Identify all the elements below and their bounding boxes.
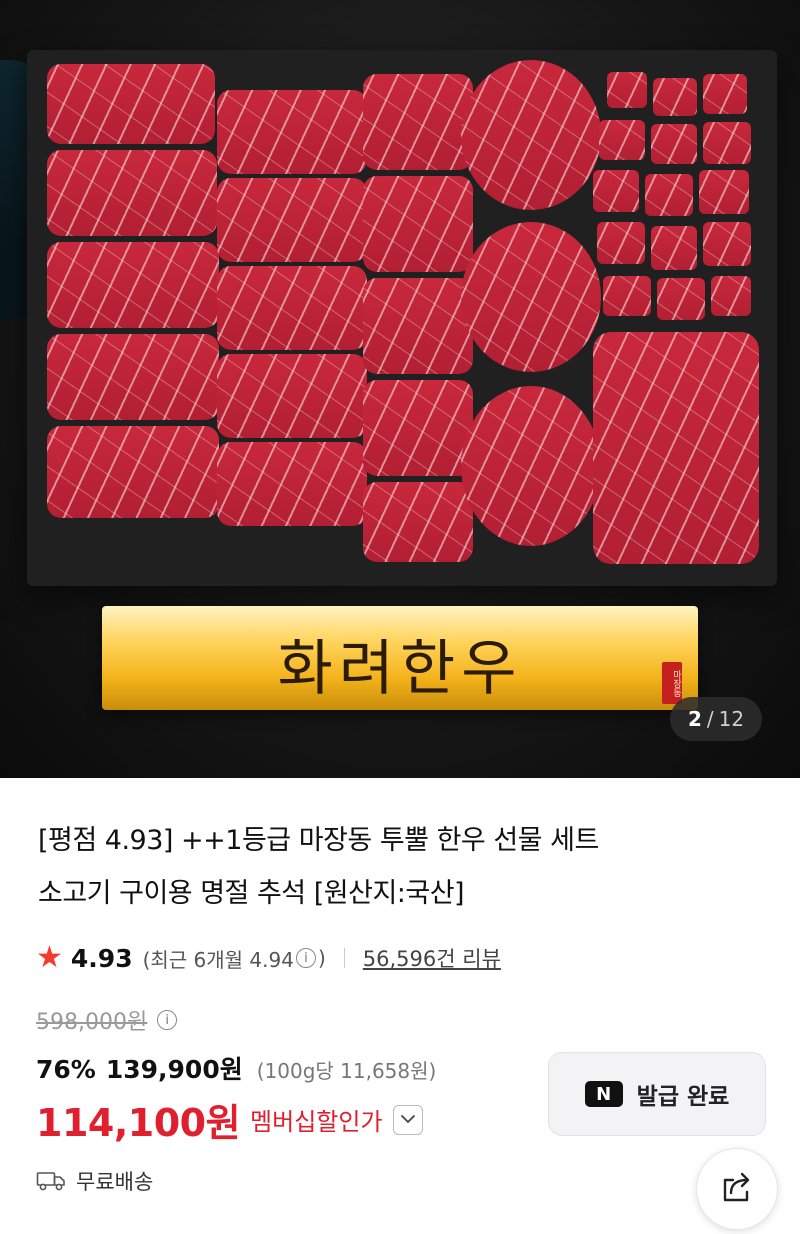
meat-cube <box>597 222 645 264</box>
meat-slice <box>217 266 367 350</box>
chevron-down-icon[interactable] <box>392 1104 423 1135</box>
meat-slice <box>217 442 367 526</box>
info-icon[interactable]: i <box>295 948 316 968</box>
meat-steak <box>363 74 473 170</box>
meat-cube <box>593 170 639 212</box>
brand-banner-text: 화려한우 <box>277 634 523 704</box>
meat-steak <box>363 176 473 272</box>
original-price-value: 598,000원 <box>36 1010 148 1035</box>
review-count-link[interactable]: 56,596건 리뷰 <box>363 943 501 973</box>
recent-rating-close: ) <box>317 946 326 970</box>
meat-cube <box>699 170 749 214</box>
meat-cube <box>645 174 693 216</box>
truck-icon <box>36 1170 66 1192</box>
meat-slice <box>47 64 215 144</box>
meat-cube <box>703 122 751 164</box>
tenderloin-round <box>461 60 601 210</box>
sale-price: 139,900원 <box>105 1055 243 1084</box>
star-icon: ★ <box>36 940 63 975</box>
share-icon <box>719 1170 755 1208</box>
rating-row: ★ 4.93 (최근 6개월 4.94 i ) 56,596건 리뷰 <box>36 940 501 976</box>
coupon-button-label: 발급 완료 <box>636 1084 730 1110</box>
brand-seal: 마장동 <box>662 662 682 704</box>
meat-slice <box>47 150 217 236</box>
tenderloin-round <box>461 222 601 372</box>
original-price: 598,000원 i <box>36 1004 179 1036</box>
shipping-info: 무료배송 <box>36 1166 153 1196</box>
brand-banner: 화려한우 마장동 <box>102 606 698 710</box>
rating-value: 4.93 <box>70 943 133 973</box>
meat-cube <box>607 72 647 108</box>
meat-cube <box>651 124 697 164</box>
slate-board <box>27 50 777 586</box>
price-info-icon[interactable]: i <box>157 1010 178 1030</box>
meat-slice <box>217 354 367 438</box>
meat-steak <box>363 380 473 476</box>
meat-cube <box>603 276 651 316</box>
naver-n-icon: N <box>584 1081 623 1107</box>
member-price-row: 114,100원 멤버십할인가 <box>36 1092 423 1147</box>
image-counter-current: 2 <box>687 707 702 731</box>
divider <box>343 948 345 968</box>
recent-rating-text: (최근 6개월 4.94 <box>142 947 294 972</box>
meat-cube <box>599 120 645 160</box>
meat-slice <box>47 334 219 420</box>
meat-cube <box>651 226 697 270</box>
meat-slice <box>47 426 219 518</box>
meat-slice <box>47 242 219 328</box>
product-title-line2: 소고기 구이용 명절 추석 [원산지:국산] <box>38 878 465 909</box>
discount-rate: 76% <box>36 1055 96 1084</box>
meat-cube <box>653 78 697 116</box>
coupon-issued-button[interactable]: N 발급 완료 <box>548 1052 766 1136</box>
product-title-line1: [평점 4.93] ++1등급 마장동 투뿔 한우 선물 세트 <box>38 825 599 856</box>
share-button[interactable] <box>696 1148 778 1230</box>
image-counter-separator: / <box>706 707 714 731</box>
meat-cube <box>657 278 705 320</box>
member-price-label: 멤버십할인가 <box>250 1108 383 1136</box>
meat-cube <box>711 276 751 316</box>
recent-rating: (최근 6개월 4.94 i ) <box>143 944 326 973</box>
product-image-gallery[interactable]: 화려한우 마장동 2 / 12 <box>0 0 800 778</box>
discount-row: 76% 139,900원 (100g당 11,658원) <box>36 1050 436 1086</box>
meat-slice <box>217 90 367 174</box>
image-counter-total: 12 <box>718 707 745 731</box>
meat-steak <box>363 278 473 374</box>
meat-block <box>593 332 759 564</box>
meat-steak <box>363 482 473 562</box>
product-title: [평점 4.93] ++1등급 마장동 투뿔 한우 선물 세트 소고기 구이용 … <box>38 814 758 920</box>
meat-cube <box>703 222 751 266</box>
unit-price: (100g당 11,658원) <box>256 1059 437 1083</box>
meat-slice <box>217 178 367 262</box>
shipping-label: 무료배송 <box>76 1170 154 1194</box>
meat-cube <box>703 74 747 114</box>
image-counter: 2 / 12 <box>670 697 762 741</box>
member-price: 114,100원 <box>36 1101 241 1145</box>
tenderloin-round <box>461 386 601 546</box>
